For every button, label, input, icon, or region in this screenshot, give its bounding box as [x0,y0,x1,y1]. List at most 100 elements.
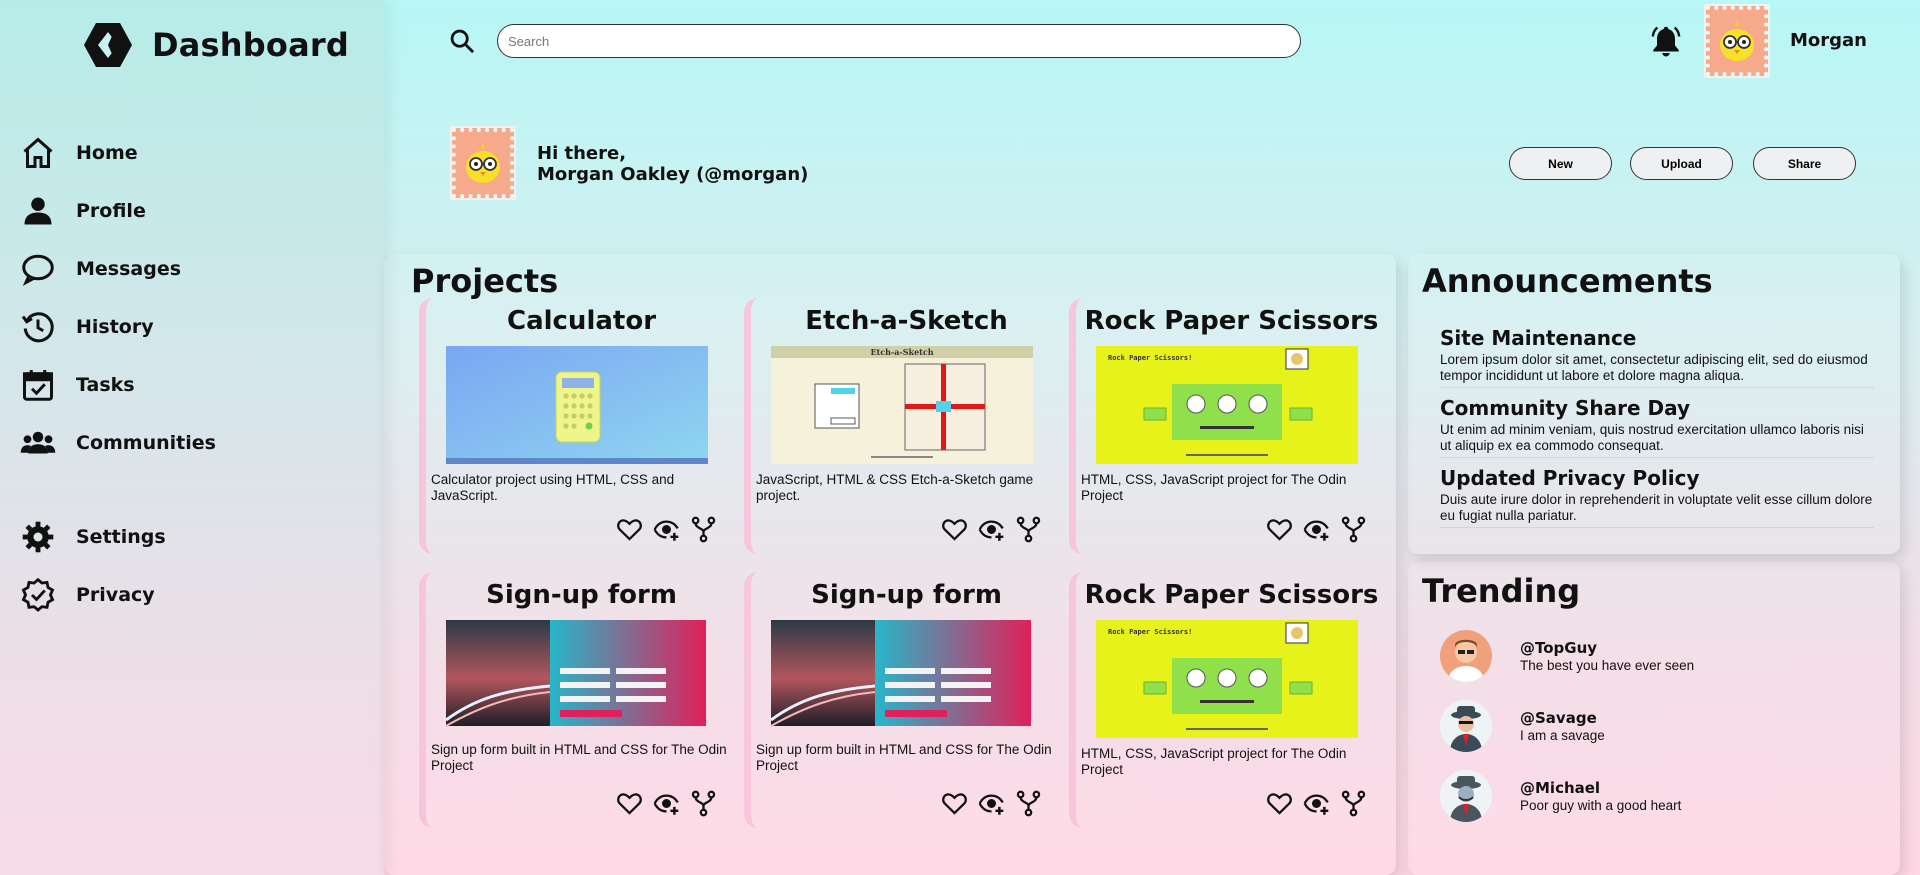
share-button[interactable]: Share [1753,147,1856,180]
project-title: Etch-a-Sketch [805,306,1008,336]
hexagon-logo-icon [84,23,132,67]
avatar[interactable] [1440,700,1492,752]
search-icon[interactable] [448,27,476,55]
sidebar-item-messages[interactable]: Messages [18,240,216,298]
fork-icon[interactable] [690,790,717,817]
sidebar-item-label: Profile [76,200,146,222]
etch-a-sketch-preview-image: Etch-a-Sketch [771,346,1033,464]
search-input[interactable] [497,24,1301,58]
announcement-text: Ut enim ad minim veniam, quis nostrud ex… [1440,422,1864,453]
project-card[interactable]: Etch-a-Sketch Etch-a-Sketch JavaScript, … [744,298,1062,554]
sidebar-item-label: Communities [76,432,216,454]
trending-handle[interactable]: @TopGuy [1520,639,1694,657]
trending-handle[interactable]: @Michael [1520,779,1681,797]
announcement-title: Community Share Day [1440,396,1691,420]
trending-handle[interactable]: @Savage [1520,709,1605,727]
project-thumbnail[interactable]: Rock Paper Scissors! [1096,346,1358,464]
announcement-item[interactable]: Updated Privacy Policy Duis aute irure d… [1440,466,1874,528]
project-card[interactable]: Rock Paper Scissors Rock Paper Scissors!… [1069,572,1387,828]
project-description: HTML, CSS, JavaScript project for The Od… [1081,746,1347,777]
sidebar-item-label: Settings [76,526,166,548]
chick-avatar-icon [466,143,500,183]
bell-icon[interactable] [1648,23,1684,59]
project-thumbnail[interactable]: Rock Paper Scissors! [1096,620,1358,738]
user-avatar-icon [1440,770,1492,822]
project-card[interactable]: Sign-up form Sign up form built in HTML … [744,572,1062,828]
project-title: Calculator [506,306,657,336]
history-icon [18,307,58,347]
sidebar-item-communities[interactable]: Communities [18,414,216,472]
watch-icon[interactable] [653,790,680,817]
heart-icon[interactable] [1266,516,1293,543]
upload-button[interactable]: Upload [1630,147,1733,180]
announcements-title: Announcements [1422,262,1713,300]
watch-icon[interactable] [653,516,680,543]
profile-avatar[interactable] [450,126,516,200]
greeting-name: Morgan Oakley (@morgan) [537,164,809,185]
signup-preview-image [446,620,706,727]
watch-icon[interactable] [978,790,1005,817]
project-title: Sign-up form [486,580,677,610]
trending-text: The best you have ever seen [1520,658,1695,673]
fork-icon[interactable] [1015,516,1042,543]
sidebar-item-settings[interactable]: Settings [18,508,216,566]
project-thumbnail[interactable] [446,620,708,738]
trending-item[interactable]: @TopGuy The best you have ever seen [1440,630,1694,682]
verified-badge-icon [18,575,58,615]
watch-icon[interactable] [978,516,1005,543]
home-icon [18,133,58,173]
group-icon [18,423,58,463]
thumb-etch-title: Etch-a-Sketch [870,347,933,357]
announcement-item[interactable]: Community Share Day Ut enim ad minim ven… [1440,396,1874,458]
fork-icon[interactable] [1340,790,1367,817]
fork-icon[interactable] [690,516,717,543]
project-title: Rock Paper Scissors [1084,580,1379,610]
sidebar-item-profile[interactable]: Profile [18,182,216,240]
watch-icon[interactable] [1303,516,1330,543]
sidebar-item-home[interactable]: Home [18,124,216,182]
avatar[interactable] [1440,770,1492,822]
gear-icon [18,517,58,557]
heart-icon[interactable] [616,516,643,543]
project-thumbnail[interactable] [446,346,708,464]
project-thumbnail[interactable]: Etch-a-Sketch [771,346,1033,464]
watch-icon[interactable] [1303,790,1330,817]
project-card[interactable]: Rock Paper Scissors Rock Paper Scissors!… [1069,298,1387,554]
heart-icon[interactable] [616,790,643,817]
trending-text: I am a savage [1520,728,1605,743]
sidebar-item-history[interactable]: History [18,298,216,356]
trending-item[interactable]: @Michael Poor guy with a good heart [1440,770,1681,822]
project-actions [941,790,1042,817]
chat-bubble-icon [18,249,58,289]
sidebar-nav: Home Profile Messages History Tasks Comm… [18,124,216,624]
user-name[interactable]: Morgan [1790,30,1867,51]
project-description: HTML, CSS, JavaScript project for The Od… [1081,472,1347,503]
fork-icon[interactable] [1340,516,1367,543]
sidebar-item-label: Messages [76,258,182,280]
sidebar-item-privacy[interactable]: Privacy [18,566,216,624]
heart-icon[interactable] [1266,790,1293,817]
trending-title: Trending [1422,572,1581,610]
avatar[interactable] [1704,4,1770,78]
project-card[interactable]: Sign-up form Sign up form built in HTML … [419,572,737,828]
announcement-title: Site Maintenance [1440,326,1637,350]
projects-panel: Projects Calculator Calculator project u… [384,254,1396,875]
thumb-rps-title: Rock Paper Scissors! [1108,628,1192,636]
avatar[interactable] [1440,630,1492,682]
user-avatar-icon [1440,630,1492,682]
fork-icon[interactable] [1015,790,1042,817]
new-button[interactable]: New [1509,147,1612,180]
heart-icon[interactable] [941,790,968,817]
project-actions [616,516,717,543]
brand[interactable]: Dashboard [82,20,349,70]
heart-icon[interactable] [941,516,968,543]
project-actions [1266,516,1367,543]
project-thumbnail[interactable] [771,620,1033,738]
project-card[interactable]: Calculator Calculator project using HTML… [419,298,737,554]
trending-item[interactable]: @Savage I am a savage [1440,700,1605,752]
announcement-item[interactable]: Site Maintenance Lorem ipsum dolor sit a… [1440,326,1874,388]
project-description: Calculator project using HTML, CSS and J… [431,472,675,503]
announcements-panel: Announcements Site Maintenance Lorem ips… [1408,254,1900,554]
sidebar-item-tasks[interactable]: Tasks [18,356,216,414]
chick-avatar-icon [1720,21,1754,61]
